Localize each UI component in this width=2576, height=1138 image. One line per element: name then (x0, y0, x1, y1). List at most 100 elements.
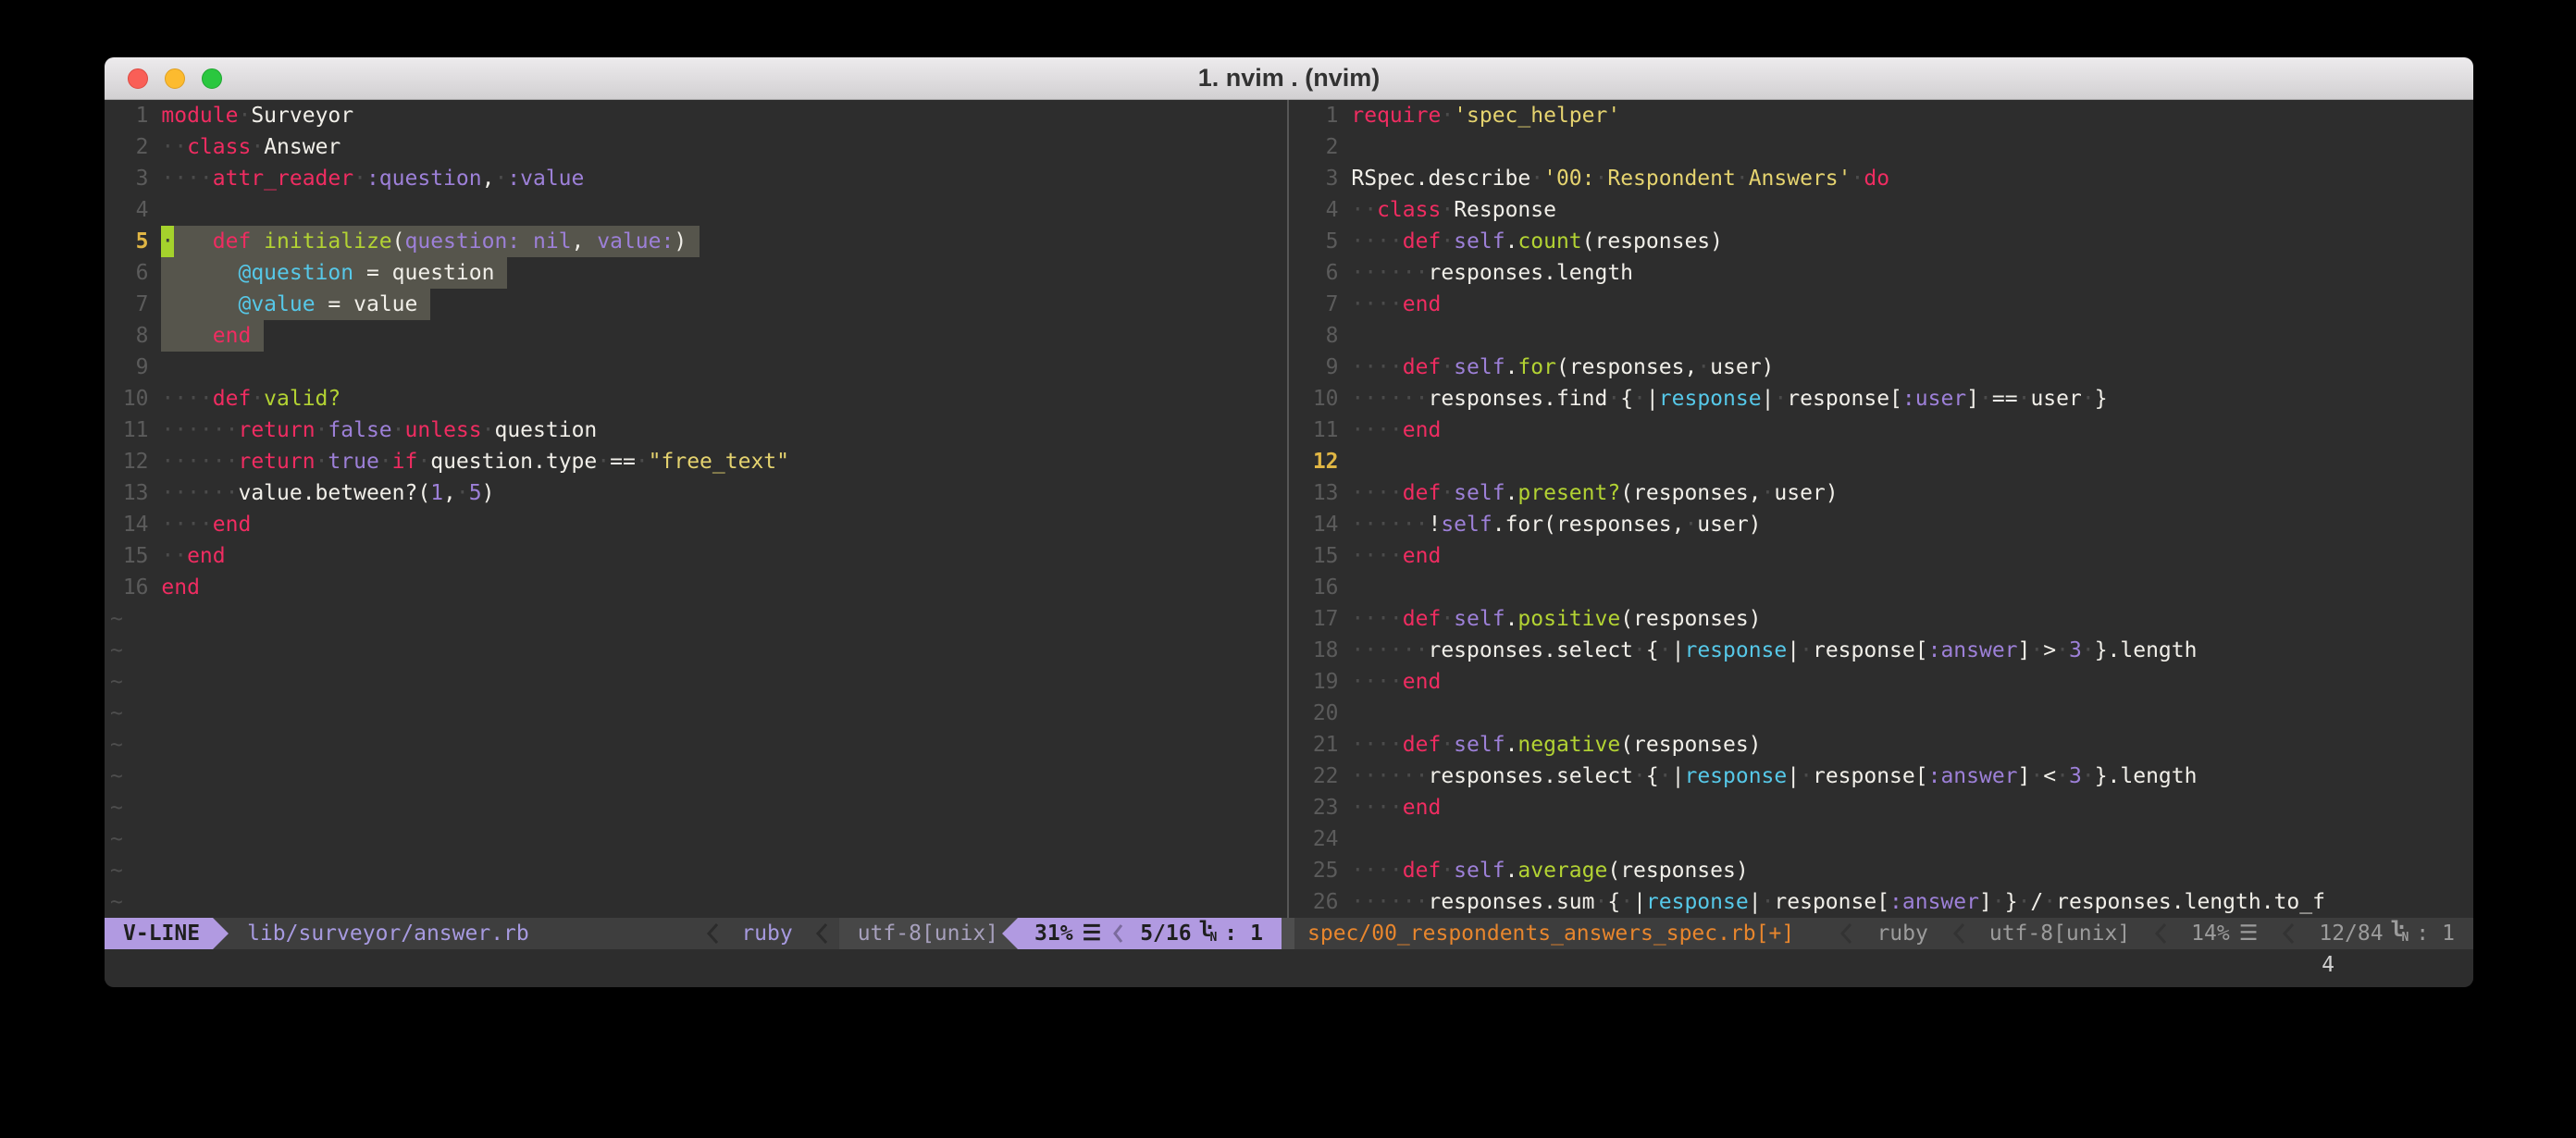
code-line[interactable]: 14····end (105, 509, 1282, 540)
whitespace-dots: · (1800, 764, 1813, 788)
code-line[interactable]: 5····def·self.count(responses) (1294, 226, 2473, 257)
code-line[interactable]: 5· def initialize(question: nil, value:) (105, 226, 1282, 257)
code-line[interactable]: 12 (1294, 446, 2473, 477)
code-line[interactable]: 11····end (1294, 414, 2473, 446)
code-line[interactable]: 15··end (105, 540, 1282, 572)
code-line[interactable]: 6······responses.length (1294, 257, 2473, 289)
whitespace-dots: · (2082, 387, 2095, 411)
code-line[interactable]: 9····def·self.for(responses,·user) (1294, 352, 2473, 383)
code-line[interactable]: 3RSpec.describe·'00:·Respondent·Answers'… (1294, 163, 2473, 194)
code-line[interactable]: 2 (1294, 131, 2473, 163)
minimize-button[interactable] (165, 68, 185, 89)
code-line[interactable]: 10······responses.find·{·|response|·resp… (1294, 383, 2473, 414)
line-content: ······responses.length (1351, 257, 1633, 289)
whitespace-dots: · (2056, 638, 2069, 662)
code-line[interactable]: 9 (105, 352, 1282, 383)
line-content: ····def·self.present?(responses,·user) (1351, 477, 1838, 509)
line-number: 26 (1300, 886, 1339, 918)
code-line[interactable]: 2··class·Answer (105, 131, 1282, 163)
code-line[interactable]: 13····def·self.present?(responses,·user) (1294, 477, 2473, 509)
line-number: 25 (1300, 855, 1339, 886)
whitespace-dots: ·· (161, 544, 187, 568)
code-line[interactable]: 25····def·self.average(responses) (1294, 855, 2473, 886)
titlebar[interactable]: 1. nvim . (nvim) (105, 57, 2473, 100)
filetype-label: ruby (730, 918, 803, 949)
thin-separator-icon (1952, 922, 1965, 945)
code-line[interactable]: 7····end (1294, 289, 2473, 320)
code-line[interactable]: 7 @value = value (105, 289, 1282, 320)
line-number: 10 (110, 383, 149, 414)
line-content: ····def·self.for(responses,·user) (1351, 352, 1774, 383)
line-content: ······responses.select·{·|response|·resp… (1351, 635, 2197, 666)
code-line[interactable]: 18······responses.select·{·|response|·re… (1294, 635, 2473, 666)
code-line[interactable]: 24 (1294, 823, 2473, 855)
line-content: ······!self.for(responses,·user) (1351, 509, 1761, 540)
code-line[interactable]: 16 (1294, 572, 2473, 603)
line-number: 3 (110, 163, 149, 194)
line-content: @value = value (161, 289, 430, 320)
line-number: 4 (1300, 194, 1339, 226)
statusline-gap (1282, 918, 1294, 949)
code-line[interactable]: 3····attr_reader·:question,·:value (105, 163, 1282, 194)
code-line[interactable]: 6 @question = question (105, 257, 1282, 289)
code-line[interactable]: 8 end (105, 320, 1282, 352)
whitespace-dots: ·· (161, 135, 187, 159)
line-content: ······value.between?(1,·5) (161, 477, 494, 509)
whitespace-dots: · (353, 167, 366, 191)
line-content: ····def·valid? (161, 383, 341, 414)
code-line[interactable]: 15····end (1294, 540, 2473, 572)
command-line[interactable]: 4 (105, 949, 2473, 981)
whitespace-dots: ······ (1351, 638, 1428, 662)
right-editor-pane[interactable]: 1require·'spec_helper'23RSpec.describe·'… (1294, 100, 2473, 918)
code-line[interactable]: 12······return·true·if·question.type·==·… (105, 446, 1282, 477)
whitespace-dots: ···· (1351, 229, 1402, 254)
code-line[interactable]: 19····end (1294, 666, 2473, 698)
line-content: module·Surveyor (161, 100, 353, 131)
code-line[interactable]: 1require·'spec_helper' (1294, 100, 2473, 131)
code-line[interactable]: 22······responses.select·{·|response|·re… (1294, 761, 2473, 792)
whitespace-dots: · (2056, 764, 2069, 788)
tilde-marker: ~ (110, 827, 123, 851)
line-number: 14 (110, 509, 149, 540)
code-line[interactable]: 10 ····def·valid? (105, 383, 1282, 414)
code-line[interactable]: 11······return·false·unless·question (105, 414, 1282, 446)
code-line[interactable]: 23····end (1294, 792, 2473, 823)
code-line[interactable]: 14······!self.for(responses,·user) (1294, 509, 2473, 540)
fullscreen-button[interactable] (202, 68, 222, 89)
whitespace-dots: · (1620, 890, 1633, 914)
code-line[interactable]: 16end (105, 572, 1282, 603)
code-line[interactable]: 21····def·self.negative(responses) (1294, 729, 2473, 761)
tilde-marker: ~ (110, 859, 123, 883)
thin-separator-icon (2154, 922, 2167, 945)
line-content: end (161, 572, 200, 603)
terminal-window: 1. nvim . (nvim) 1module·Surveyor2··clas… (105, 57, 2473, 987)
empty-buffer-line: ~ (105, 635, 1282, 666)
line-number: 11 (110, 414, 149, 446)
whitespace-dots: ······ (161, 450, 238, 474)
line-content: ····def·self.negative(responses) (1351, 729, 1761, 761)
tilde-marker: ~ (110, 890, 123, 914)
window-separator[interactable] (1282, 100, 1294, 918)
line-number: 1 (1300, 100, 1339, 131)
active-file-path: lib/surveyor/answer.rb (229, 918, 529, 949)
line-number: 19 (1300, 666, 1339, 698)
empty-buffer-line: ~ (105, 729, 1282, 761)
code-line[interactable]: 8 (1294, 320, 2473, 352)
line-number: 15 (110, 540, 149, 572)
left-editor-pane[interactable]: 1module·Surveyor2··class·Answer3····attr… (105, 100, 1282, 918)
code-line[interactable]: 17····def·self.positive(responses) (1294, 603, 2473, 635)
code-line[interactable]: 20 (1294, 698, 2473, 729)
line-position: 12/84 (2319, 918, 2383, 949)
line-number: 7 (1300, 289, 1339, 320)
code-line[interactable]: 26······responses.sum·{·|response|·respo… (1294, 886, 2473, 918)
code-line[interactable]: 13······value.between?(1,·5) (105, 477, 1282, 509)
code-line[interactable]: 4 (105, 194, 1282, 226)
close-button[interactable] (128, 68, 148, 89)
line-number: 12 (110, 446, 149, 477)
whitespace-dots: ···· (1351, 481, 1402, 505)
code-line[interactable]: 1module·Surveyor (105, 100, 1282, 131)
whitespace-dots: · (2030, 764, 2043, 788)
scroll-percent: 14% (2191, 918, 2230, 949)
code-line[interactable]: 4··class·Response (1294, 194, 2473, 226)
whitespace-dots: · (1607, 387, 1620, 411)
